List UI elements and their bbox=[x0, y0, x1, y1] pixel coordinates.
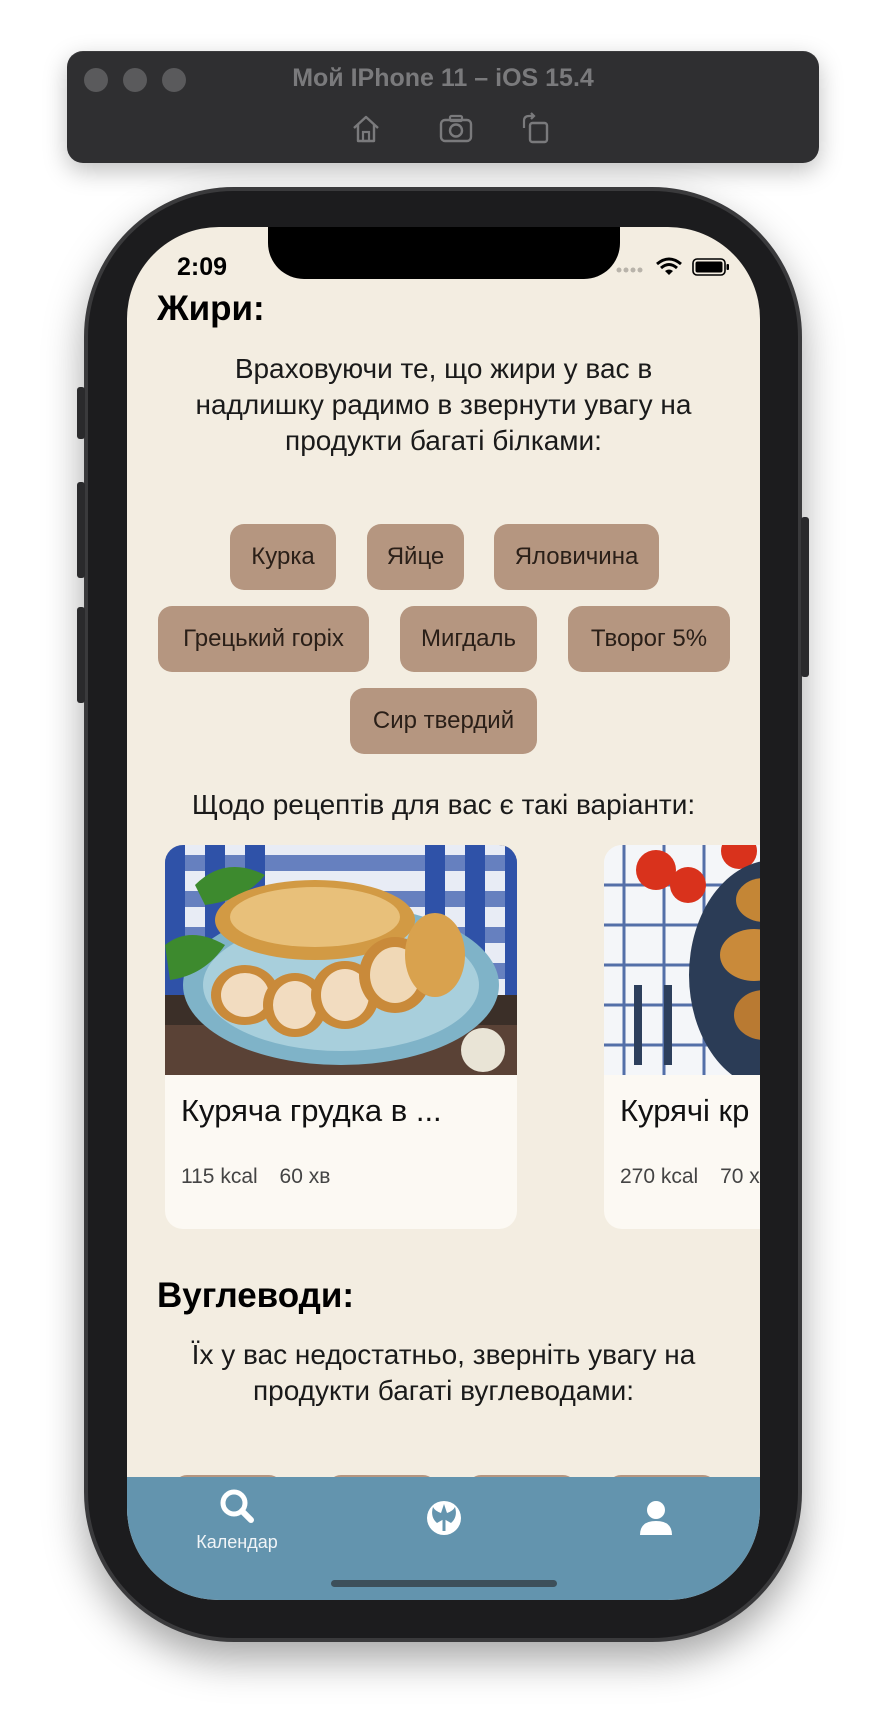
chip-egg[interactable]: Яйце bbox=[367, 524, 464, 590]
search-icon bbox=[220, 1489, 254, 1523]
recipe-title: Куряча грудка в ... bbox=[181, 1093, 442, 1128]
chip-cottage-cheese[interactable]: Творог 5% bbox=[568, 606, 730, 672]
recipe-time: 70 х bbox=[720, 1165, 760, 1188]
app-screen: 2:09 Жири: Враховуючи те, що жири у вас … bbox=[127, 227, 760, 1600]
simulator-window-bar: Мой IPhone 11 – iOS 15.4 bbox=[67, 51, 819, 163]
recipe-time: 60 хв bbox=[279, 1165, 331, 1188]
chip-chicken[interactable]: Курка bbox=[230, 524, 336, 590]
recipe-meta: 115 kcal 60 хв bbox=[181, 1165, 330, 1189]
fats-description: Враховуючи те, що жири у вас в надлишку … bbox=[195, 353, 692, 456]
recipe-meta: 270 kcal 70 х bbox=[620, 1165, 760, 1189]
notch bbox=[268, 227, 620, 279]
screenshot-icon[interactable] bbox=[438, 111, 474, 147]
volume-down-button bbox=[77, 607, 85, 703]
recipe-title: Курячі кр bbox=[620, 1093, 750, 1128]
recipe-image bbox=[165, 845, 517, 1075]
simulator-title: Мой IPhone 11 – iOS 15.4 bbox=[292, 64, 594, 92]
carbs-description: Їх у вас недостатньо, зверніть увагу на … bbox=[191, 1339, 696, 1406]
chip-almond[interactable]: Мигдаль bbox=[400, 606, 537, 672]
tab-profile[interactable] bbox=[634, 1499, 678, 1542]
volume-up-button bbox=[77, 482, 85, 578]
chip-hard-cheese[interactable]: Сир твердий bbox=[350, 688, 537, 754]
chip-beef[interactable]: Яловичина bbox=[494, 524, 659, 590]
home-indicator bbox=[331, 1580, 557, 1587]
recipe-card[interactable]: Куряча грудка в ... 115 kcal 60 хв bbox=[165, 845, 517, 1229]
tab-calendar[interactable]: Календар bbox=[182, 1487, 292, 1553]
fats-heading: Жири: bbox=[157, 289, 265, 328]
recipe-card[interactable]: Курячі кр 270 kcal 70 х bbox=[604, 845, 760, 1229]
chip-walnut[interactable]: Грецький горіх bbox=[158, 606, 369, 672]
mute-switch bbox=[77, 387, 85, 439]
person-icon bbox=[640, 1501, 672, 1535]
recipe-kcal: 115 kcal bbox=[181, 1165, 258, 1188]
rebel-icon bbox=[427, 1501, 461, 1535]
power-button bbox=[801, 517, 809, 677]
tab-label: Календар bbox=[196, 1532, 278, 1552]
tab-middle[interactable] bbox=[419, 1499, 469, 1542]
carbs-heading: Вуглеводи: bbox=[157, 1276, 355, 1315]
recipe-image bbox=[604, 845, 760, 1075]
rotate-icon[interactable] bbox=[518, 111, 554, 147]
home-icon[interactable] bbox=[348, 111, 384, 147]
recipes-intro: Щодо рецептів для вас є такі варіанти: bbox=[191, 789, 696, 820]
scroll-content[interactable]: Жири: Враховуючи те, що жири у вас в над… bbox=[127, 227, 760, 1477]
recipe-kcal: 270 kcal bbox=[620, 1165, 699, 1188]
